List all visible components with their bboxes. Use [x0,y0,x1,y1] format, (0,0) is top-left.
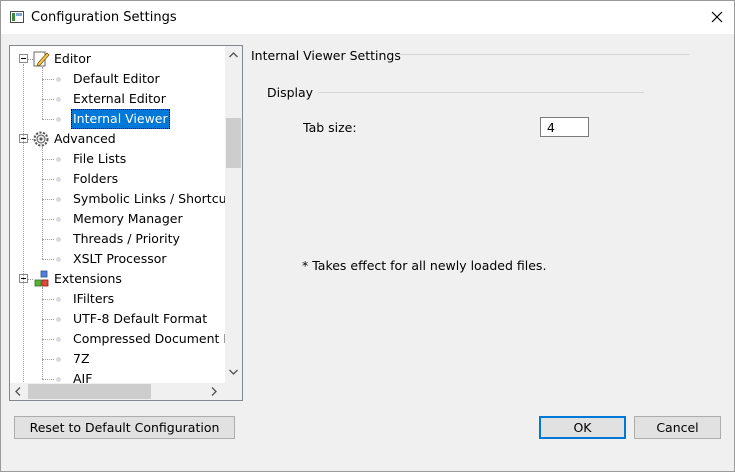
leaf-bullet-icon [56,97,61,102]
tree-connector [42,339,54,340]
tree-connector [42,259,54,260]
tree-branch-connector [42,147,43,259]
reset-default-configuration-button[interactable]: Reset to Default Configuration [14,416,235,439]
window-title: Configuration Settings [31,10,177,25]
tree-branch-connector [42,67,43,119]
close-icon [711,11,723,23]
settings-tree[interactable]: Editor Default Editor External Editor Inter… [9,45,243,401]
leaf-bullet-icon [56,217,61,222]
tree-connector [42,79,54,80]
section-title: Internal Viewer Settings [251,48,401,63]
leaf-bullet-icon [56,317,61,322]
tree-item-label: Extensions [54,271,122,286]
scroll-left-arrow-icon[interactable] [15,387,21,396]
tree-branch-connector [42,287,43,379]
tree-item-label: IFilters [73,291,115,306]
tree-item-label: Symbolic Links / Shortcut [73,191,232,206]
scroll-down-arrow-icon[interactable] [229,369,238,375]
tree-trunk-connector [23,64,24,384]
leaf-bullet-icon [56,197,61,202]
tree-item-label: UTF-8 Default Format [73,311,208,326]
tree-vertical-scroll-thumb[interactable] [226,118,241,168]
leaf-bullet-icon [56,77,61,82]
ok-button[interactable]: OK [539,416,626,439]
tree-item-label: Compressed Document R [73,331,233,346]
tree-item-label: XSLT Processor [73,251,167,266]
section-title-separator [396,54,689,55]
title-bar: Configuration Settings [1,1,734,34]
leaf-bullet-icon [56,297,61,302]
tree-item-label: 7Z [73,351,90,366]
tree-item-label: Default Editor [73,71,160,86]
tab-size-label: Tab size: [303,120,357,135]
tree-item-label: External Editor [73,91,166,106]
configuration-settings-dialog: Configuration Settings Editor Default Edi… [0,0,735,472]
tree-item-label: Advanced [54,131,116,146]
effect-note: * Takes effect for all newly loaded file… [302,258,547,273]
collapse-toggle-icon[interactable] [19,54,28,63]
tree-item-label: Internal Viewer [71,109,170,129]
tree-connector [42,219,54,220]
leaf-bullet-icon [56,257,61,262]
scrollbar-corner [225,383,242,400]
tree-item-label: File Lists [73,151,127,166]
tree-connector [42,359,54,360]
display-group-separator [318,92,644,93]
tree-connector [42,119,54,120]
scroll-up-arrow-icon[interactable] [229,52,238,58]
close-button[interactable] [701,1,734,34]
tree-item-label: Threads / Priority [73,231,180,246]
tree-item-label: Editor [54,51,91,66]
tree-connector [42,179,54,180]
tree-item-label: Memory Manager [73,211,183,226]
tree-item-extensions[interactable]: Extensions [10,269,225,289]
tree-item-advanced[interactable]: Advanced [10,129,225,149]
leaf-bullet-icon [56,337,61,342]
tree-connector [42,99,54,100]
leaf-bullet-icon [56,377,61,382]
tree-connector [42,239,54,240]
tree-item-label: Folders [73,171,119,186]
display-group-title: Display [267,85,314,100]
tree-item-editor[interactable]: Editor [10,49,225,69]
tree-connector [42,159,54,160]
app-window-icon [10,11,24,23]
tab-size-input[interactable] [540,117,589,137]
leaf-bullet-icon [56,357,61,362]
leaf-bullet-icon [56,117,61,122]
tree-horizontal-scroll-thumb[interactable] [28,384,151,399]
tree-horizontal-scrollbar[interactable] [10,383,225,400]
tree-connector [42,379,54,380]
scroll-right-arrow-icon[interactable] [211,387,217,396]
cancel-button[interactable]: Cancel [634,416,721,439]
tree-connector [42,319,54,320]
tree-connector [42,299,54,300]
leaf-bullet-icon [56,157,61,162]
leaf-bullet-icon [56,177,61,182]
tree-connector [42,199,54,200]
tree-vertical-scrollbar[interactable] [225,46,242,383]
leaf-bullet-icon [56,237,61,242]
